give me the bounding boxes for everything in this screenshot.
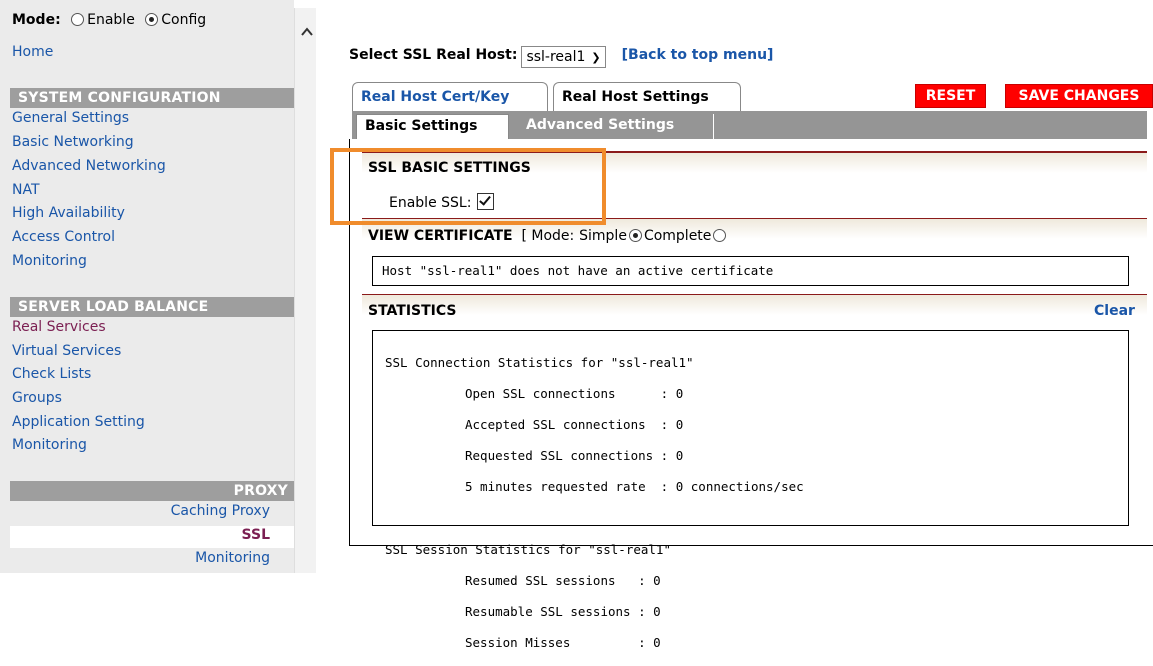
reset-button[interactable]: RESET (915, 84, 986, 108)
back-to-top-link[interactable]: [Back to top menu] (622, 47, 774, 63)
chevron-up-icon[interactable] (300, 26, 314, 38)
host-selector-row: Select SSL Real Host: ssl-real1 ❯ [Back to … (349, 46, 773, 68)
cert-mode-prefix: [ Mode: (521, 228, 575, 244)
section-system-configuration: SYSTEM CONFIGURATION (10, 88, 294, 108)
nav-slb-monitoring[interactable]: Monitoring (12, 437, 87, 453)
stat-line: 5 minutes requested rate : 0 connections… (465, 479, 804, 495)
statistics-heading: STATISTICS (368, 303, 457, 319)
mode-enable-label[interactable]: Enable (87, 12, 135, 28)
nav-high-availability[interactable]: High Availability (12, 205, 125, 221)
subtab-advanced-settings[interactable]: Advanced Settings (518, 114, 714, 139)
nav-ssl[interactable]: SSL (242, 527, 270, 543)
stat-line: Session Misses : 0 (465, 635, 661, 651)
cert-mode-simple-label[interactable]: Simple (579, 228, 627, 244)
sidebar: Mode: Enable Config Home SYSTEM CONFIGUR… (0, 0, 300, 573)
nav-system-monitoring[interactable]: Monitoring (12, 253, 87, 269)
mode-config-label[interactable]: Config (161, 12, 206, 28)
stat-line: Resumed SSL sessions : 0 (465, 572, 661, 588)
mode-enable-radio[interactable] (71, 13, 85, 26)
host-select[interactable]: ssl-real1 ❯ (521, 46, 606, 68)
nav-caching-proxy[interactable]: Caching Proxy (171, 503, 270, 519)
nav-advanced-networking[interactable]: Advanced Networking (12, 158, 166, 174)
tab-real-host-settings[interactable]: Real Host Settings (553, 82, 741, 112)
stat-line: Open SSL connections : 0 (465, 385, 684, 401)
subtab-basic-settings[interactable]: Basic Settings (356, 114, 509, 139)
nav-proxy-monitoring[interactable]: Monitoring (195, 550, 270, 566)
nav-basic-networking[interactable]: Basic Networking (12, 134, 134, 150)
section-background (362, 295, 1147, 315)
cert-mode-complete-radio[interactable] (713, 229, 727, 242)
cert-mode-complete-label[interactable]: Complete (644, 228, 711, 244)
section-server-load-balance: SERVER LOAD BALANCE (10, 297, 294, 317)
nav-general-settings[interactable]: General Settings (12, 110, 129, 126)
session-stats-title: SSL Session Statistics for "ssl-real1" (385, 541, 671, 557)
sidebar-scrollbar[interactable] (294, 0, 316, 573)
chevron-down-icon: ❯ (591, 51, 601, 64)
stat-line: Requested SSL connections : 0 (465, 448, 684, 464)
subtab-bar: Basic Settings Advanced Settings (352, 111, 1147, 139)
scrollbar-corner (294, 0, 316, 8)
nav-nat[interactable]: NAT (12, 182, 40, 198)
nav-virtual-services[interactable]: Virtual Services (12, 343, 121, 359)
section-proxy: PROXY (10, 481, 294, 501)
certificate-message: Host "ssl-real1" does not have an active… (372, 256, 1129, 286)
view-certificate-title: VIEW CERTIFICATE (368, 228, 513, 244)
nav-check-lists[interactable]: Check Lists (12, 366, 91, 382)
nav-application-setting[interactable]: Application Setting (12, 414, 145, 430)
clear-statistics-link[interactable]: Clear (1094, 303, 1135, 319)
select-host-label: Select SSL Real Host: (349, 47, 518, 63)
nav-access-control[interactable]: Access Control (12, 229, 115, 245)
cert-mode-simple-radio[interactable] (628, 229, 642, 242)
statistics-output: SSL Connection Statistics for "ssl-real1… (372, 330, 1129, 650)
nav-real-services[interactable]: Real Services (12, 319, 106, 335)
nav-groups[interactable]: Groups (12, 390, 62, 406)
mode-selector: Mode: Enable Config (12, 12, 206, 28)
highlight-box (330, 148, 606, 225)
stat-line: Resumable SSL sessions : 0 (465, 604, 661, 620)
mode-config-radio[interactable] (145, 13, 159, 26)
view-certificate-heading: VIEW CERTIFICATE [ Mode: Simple Complete (368, 228, 728, 244)
tab-real-host-cert-key[interactable]: Real Host Cert/Key (352, 82, 548, 112)
stat-line: Accepted SSL connections : 0 (465, 416, 684, 432)
save-changes-button[interactable]: SAVE CHANGES (1005, 84, 1153, 108)
connection-stats-title: SSL Connection Statistics for "ssl-real1… (385, 354, 694, 370)
nav-home[interactable]: Home (12, 44, 53, 60)
mode-label: Mode: (12, 12, 61, 28)
host-select-value: ssl-real1 (526, 49, 586, 65)
